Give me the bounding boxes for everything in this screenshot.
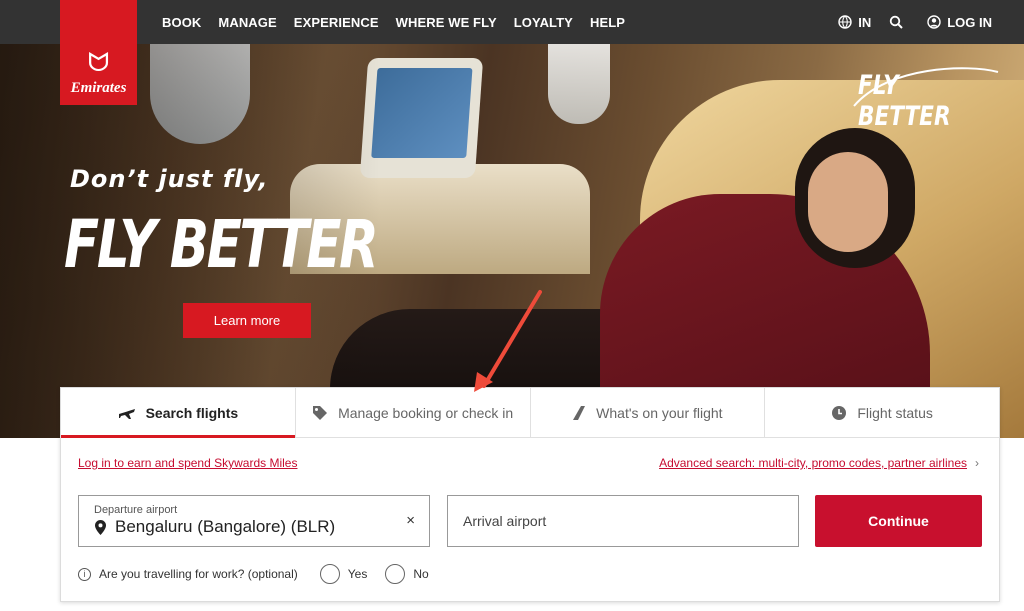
widget-links: Log in to earn and spend Skywards Miles … xyxy=(78,456,979,470)
tab-search-flights[interactable]: Search flights xyxy=(61,388,296,438)
passenger-image xyxy=(808,152,888,252)
location-pin-icon xyxy=(95,520,106,535)
work-travel-question: i Are you travelling for work? (optional… xyxy=(78,564,429,584)
top-navigation-bar: BOOK MANAGE EXPERIENCE WHERE WE FLY LOYA… xyxy=(0,0,1024,44)
hero-tagline: Don’t just fly, xyxy=(70,165,269,193)
logo-wordmark: Emirates xyxy=(70,80,127,96)
seat-icon xyxy=(573,405,586,420)
clock-icon xyxy=(832,405,847,420)
departure-airport-field[interactable]: Departure airport Bengaluru (Bangalore) … xyxy=(78,495,430,547)
departure-airport-value: Bengaluru (Bangalore) (BLR) xyxy=(115,517,336,536)
nav-loyalty[interactable]: LOYALTY xyxy=(514,15,573,30)
login-label: LOG IN xyxy=(947,14,992,30)
user-icon xyxy=(927,15,941,29)
radio-circle[interactable] xyxy=(319,564,340,584)
region-label: IN xyxy=(858,14,872,30)
radio-yes[interactable]: Yes xyxy=(319,564,368,584)
plane-icon xyxy=(118,408,135,419)
radio-no-label: No xyxy=(413,567,429,581)
region-selector[interactable]: IN xyxy=(838,15,871,30)
tab-label: Search flights xyxy=(145,404,239,421)
arrival-airport-placeholder: Arrival airport xyxy=(463,513,547,529)
login-button[interactable]: LOG IN xyxy=(927,15,992,30)
nav-manage[interactable]: MANAGE xyxy=(218,15,276,30)
nav-experience[interactable]: EXPERIENCE xyxy=(294,15,379,30)
flight-search-widget: Search flights Manage booking or check i… xyxy=(60,387,1000,602)
fly-better-badge: FLY BETTER xyxy=(858,70,951,132)
skywards-login-link[interactable]: Log in to earn and spend Skywards Miles xyxy=(78,456,297,470)
tab-label: What's on your flight xyxy=(596,404,723,421)
nav-utilities: IN LOG IN xyxy=(820,0,992,44)
advanced-search: Advanced search: multi-city, promo codes… xyxy=(659,456,979,470)
info-icon[interactable]: i xyxy=(78,567,91,581)
globe-icon xyxy=(838,15,852,29)
departure-airport-label: Departure airport xyxy=(94,504,178,516)
radio-circle[interactable] xyxy=(385,564,406,584)
radio-yes-label: Yes xyxy=(347,567,368,581)
learn-more-button[interactable]: Learn more xyxy=(183,303,311,338)
tab-label: Flight status xyxy=(857,404,933,421)
radio-no[interactable]: No xyxy=(385,564,429,584)
work-question-label: Are you travelling for work? (optional) xyxy=(99,567,298,581)
nav-book[interactable]: BOOK xyxy=(162,15,201,30)
clear-departure-icon[interactable]: × xyxy=(406,512,415,529)
main-nav: BOOK MANAGE EXPERIENCE WHERE WE FLY LOYA… xyxy=(162,0,642,44)
cabin-window-image xyxy=(548,44,610,124)
search-button[interactable] xyxy=(889,15,909,29)
nav-help[interactable]: HELP xyxy=(590,15,625,30)
tab-label: Manage booking or check in xyxy=(338,404,514,421)
hero-headline: FLY BETTER xyxy=(64,206,379,283)
search-icon xyxy=(890,15,903,29)
arrival-airport-field[interactable]: Arrival airport xyxy=(447,495,799,547)
continue-button[interactable]: Continue xyxy=(815,495,982,547)
emirates-logo[interactable]: ᗢ Emirates xyxy=(60,0,137,105)
chevron-right-icon: › xyxy=(975,456,979,470)
nav-where-we-fly[interactable]: WHERE WE FLY xyxy=(396,15,497,30)
logo-calligraphy-mark: ᗢ xyxy=(87,48,110,78)
advanced-search-link[interactable]: Advanced search: multi-city, promo codes… xyxy=(659,456,967,470)
tab-flight-status[interactable]: Flight status xyxy=(765,388,999,437)
tag-icon xyxy=(313,405,328,420)
annotation-arrow-icon xyxy=(474,290,542,392)
tab-whats-on-your-flight[interactable]: What's on your flight xyxy=(531,388,766,437)
